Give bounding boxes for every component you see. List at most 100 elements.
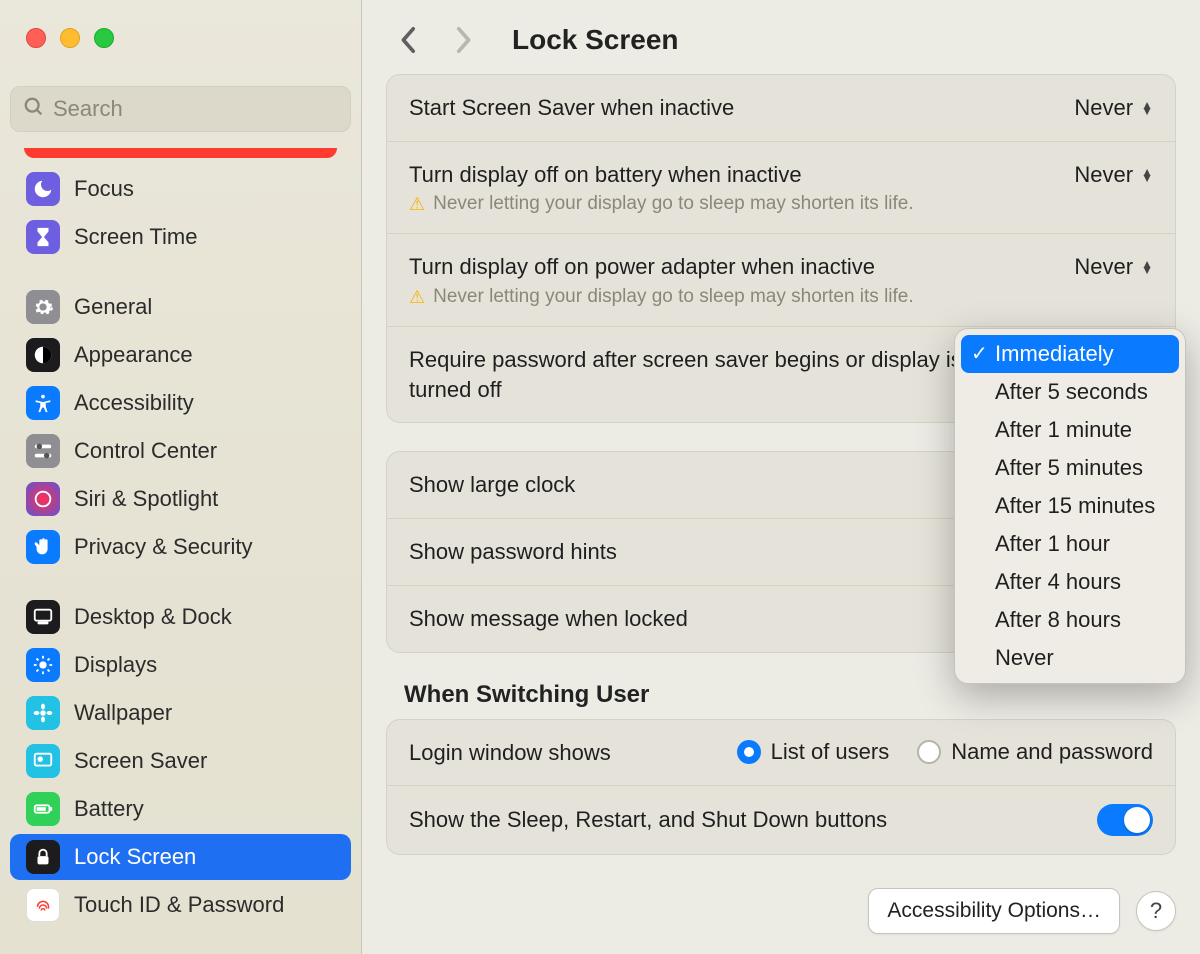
section-heading-switching-user: When Switching User: [404, 681, 1176, 709]
menu-item[interactable]: After 1 minute: [961, 411, 1179, 449]
sidebar-item-screen-saver[interactable]: Screen Saver: [10, 738, 351, 784]
accessibility-icon: [26, 386, 60, 420]
sidebar-item-label: Battery: [74, 796, 144, 822]
battery-icon: [26, 792, 60, 826]
siri-icon: [26, 482, 60, 516]
menu-item[interactable]: After 1 hour: [961, 525, 1179, 563]
menu-item[interactable]: Never: [961, 639, 1179, 677]
sidebar-item-label: Focus: [74, 176, 134, 202]
row-label: Start Screen Saver when inactive: [409, 93, 1058, 123]
sidebar-item-wallpaper[interactable]: Wallpaper: [10, 690, 351, 736]
sidebar-item-label: Desktop & Dock: [74, 604, 232, 630]
sidebar-list: Focus Screen Time General Appearance: [0, 142, 361, 954]
menu-item[interactable]: After 5 seconds: [961, 373, 1179, 411]
minimize-window-button[interactable]: [60, 28, 80, 48]
search-field[interactable]: [10, 86, 351, 132]
row-sublabel: ⚠︎ Never letting your display go to sleep…: [409, 286, 1058, 308]
page-title: Lock Screen: [512, 24, 679, 56]
sidebar-item-control-center[interactable]: Control Center: [10, 428, 351, 474]
zoom-window-button[interactable]: [94, 28, 114, 48]
row-label: Login window shows: [409, 738, 611, 768]
sidebar-item-label: Screen Time: [74, 224, 198, 250]
back-button[interactable]: [394, 25, 424, 55]
popup-value: Never: [1074, 95, 1133, 121]
lock-icon: [26, 840, 60, 874]
contrast-icon: [26, 338, 60, 372]
sidebar-item-siri-spotlight[interactable]: Siri & Spotlight: [10, 476, 351, 522]
sidebar-item-privacy-security[interactable]: Privacy & Security: [10, 524, 351, 570]
radio-list-of-users[interactable]: List of users: [737, 739, 890, 765]
menu-item[interactable]: Immediately: [961, 335, 1179, 373]
switch-sleep-buttons[interactable]: [1097, 804, 1153, 836]
menu-item[interactable]: After 8 hours: [961, 601, 1179, 639]
sidebar-partial-item-top: [24, 148, 337, 158]
help-button[interactable]: ?: [1136, 891, 1176, 931]
sidebar-item-appearance[interactable]: Appearance: [10, 332, 351, 378]
updown-icon: ▲▼: [1141, 169, 1153, 181]
settings-group-switching-user: Login window shows List of users Name an…: [386, 719, 1176, 856]
row-label: Require password after screen saver begi…: [409, 345, 969, 404]
sidebar-item-general[interactable]: General: [10, 284, 351, 330]
flower-icon: [26, 696, 60, 730]
sidebar-item-battery[interactable]: Battery: [10, 786, 351, 832]
sidebar-item-label: Siri & Spotlight: [74, 486, 218, 512]
radio-label: Name and password: [951, 739, 1153, 765]
row-sublabel: ⚠︎Never letting your display go to sleep…: [409, 193, 1058, 215]
search-input[interactable]: [53, 96, 338, 122]
warning-text: Never letting your display go to sleep m…: [433, 286, 914, 308]
row-display-off-adapter: Turn display off on power adapter when i…: [387, 233, 1175, 326]
popup-screensaver[interactable]: Never ▲▼: [1074, 93, 1153, 121]
radio-group-login-window: List of users Name and password: [737, 739, 1153, 765]
sidebar-item-label: Touch ID & Password: [74, 892, 284, 918]
sidebar-item-label: Screen Saver: [74, 748, 207, 774]
popup-value: Never: [1074, 254, 1133, 280]
sidebar-item-label: Appearance: [74, 342, 193, 368]
row-label: Show the Sleep, Restart, and Shut Down b…: [409, 805, 887, 835]
sidebar-item-desktop-dock[interactable]: Desktop & Dock: [10, 594, 351, 640]
main-pane: Lock Screen Start Screen Saver when inac…: [362, 0, 1200, 954]
brightness-icon: [26, 648, 60, 682]
sidebar-item-displays[interactable]: Displays: [10, 642, 351, 688]
accessibility-options-button[interactable]: Accessibility Options…: [868, 888, 1120, 934]
close-window-button[interactable]: [26, 28, 46, 48]
sidebar-item-touch-id[interactable]: Touch ID & Password: [10, 882, 351, 928]
warning-icon: ⚠︎: [409, 287, 425, 308]
radio-name-and-password[interactable]: Name and password: [917, 739, 1153, 765]
sidebar-item-screen-time[interactable]: Screen Time: [10, 214, 351, 260]
menu-item[interactable]: After 4 hours: [961, 563, 1179, 601]
hourglass-icon: [26, 220, 60, 254]
gear-icon: [26, 290, 60, 324]
header: Lock Screen: [362, 0, 1200, 74]
sidebar-item-label: Displays: [74, 652, 157, 678]
popup-adapter-off[interactable]: Never ▲▼: [1074, 252, 1153, 280]
require-password-menu[interactable]: Immediately After 5 seconds After 1 minu…: [954, 328, 1186, 684]
warning-icon: ⚠︎: [409, 194, 425, 215]
sidebar-item-lock-screen[interactable]: Lock Screen: [10, 834, 351, 880]
popup-battery-off[interactable]: Never ▲▼: [1074, 160, 1153, 188]
search-icon: [23, 96, 45, 123]
sidebar-item-label: Control Center: [74, 438, 217, 464]
sidebar-item-label: Privacy & Security: [74, 534, 253, 560]
sidebar-item-label: General: [74, 294, 152, 320]
menu-item[interactable]: After 5 minutes: [961, 449, 1179, 487]
menu-item[interactable]: After 15 minutes: [961, 487, 1179, 525]
hand-icon: [26, 530, 60, 564]
forward-button[interactable]: [448, 25, 478, 55]
fingerprint-icon: [26, 888, 60, 922]
sidebar: Focus Screen Time General Appearance: [0, 0, 362, 954]
sidebar-item-accessibility[interactable]: Accessibility: [10, 380, 351, 426]
sidebar-item-label: Lock Screen: [74, 844, 196, 870]
sliders-icon: [26, 434, 60, 468]
popup-value: Never: [1074, 162, 1133, 188]
window-controls: [0, 0, 361, 48]
screensaver-icon: [26, 744, 60, 778]
row-label: Turn display off on power adapter when i…: [409, 252, 1058, 282]
radio-indicator: [917, 740, 941, 764]
row-login-window-shows: Login window shows List of users Name an…: [387, 720, 1175, 786]
sidebar-item-label: Accessibility: [74, 390, 194, 416]
radio-indicator: [737, 740, 761, 764]
updown-icon: ▲▼: [1141, 261, 1153, 273]
sidebar-item-focus[interactable]: Focus: [10, 166, 351, 212]
dock-icon: [26, 600, 60, 634]
radio-label: List of users: [771, 739, 890, 765]
